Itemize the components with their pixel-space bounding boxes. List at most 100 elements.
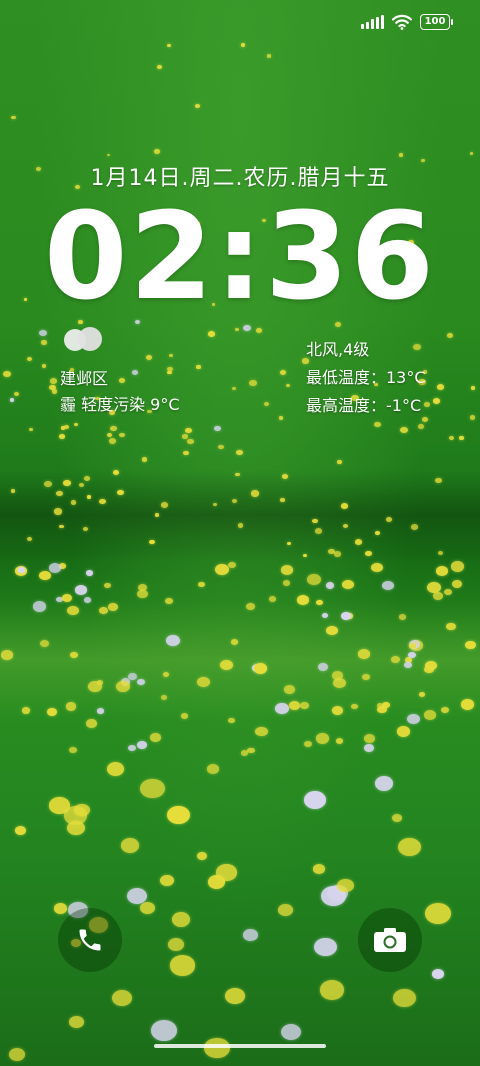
dandelion xyxy=(228,718,235,724)
dandelion xyxy=(396,725,411,737)
dandelion xyxy=(279,369,286,375)
white-flower xyxy=(304,790,327,809)
dandelion xyxy=(39,639,49,648)
dandelion xyxy=(450,561,464,573)
dandelion xyxy=(28,428,33,432)
dandelion xyxy=(171,912,191,927)
white-flower xyxy=(407,713,421,725)
dandelion xyxy=(448,435,455,441)
dandelion xyxy=(70,500,77,505)
dandelion xyxy=(280,498,285,502)
dandelion xyxy=(446,332,454,338)
white-flower xyxy=(243,929,258,941)
dandelion xyxy=(231,386,236,391)
dandelion xyxy=(38,571,51,581)
white-flower xyxy=(86,570,94,576)
dandelion xyxy=(187,439,194,445)
white-flower xyxy=(275,702,289,714)
dandelion xyxy=(1,650,13,660)
dandelion xyxy=(255,726,268,737)
dandelion xyxy=(3,371,12,378)
dandelion xyxy=(471,386,476,390)
cloudy-icon xyxy=(64,327,104,351)
dandelion xyxy=(245,602,255,610)
dandelion xyxy=(59,434,66,439)
dandelion xyxy=(312,864,326,875)
dandelion xyxy=(231,498,238,503)
dandelion xyxy=(216,864,237,881)
weather-right-panel: 北风,4级 最低温度：13°C 最高温度：-1°C xyxy=(306,336,426,420)
dandelion xyxy=(197,852,208,861)
white-flower xyxy=(213,425,221,432)
dandelion xyxy=(21,707,31,714)
dandelion xyxy=(98,498,106,505)
white-flower xyxy=(97,708,105,714)
dandelion xyxy=(137,589,148,598)
white-flower xyxy=(325,582,334,589)
dandelion xyxy=(400,426,409,434)
phone-shortcut-button[interactable] xyxy=(58,908,122,972)
dandelion xyxy=(8,1048,26,1062)
dandelion xyxy=(49,377,58,384)
wallpaper-shadow-band xyxy=(0,470,480,560)
dandelion xyxy=(391,655,400,663)
dandelion xyxy=(342,580,354,590)
dandelion xyxy=(11,489,16,493)
weather-max-temp: 最高温度：-1°C xyxy=(306,396,422,415)
dandelion xyxy=(374,530,380,535)
dandelion xyxy=(106,153,111,157)
white-flower xyxy=(280,1023,302,1040)
dandelion xyxy=(398,613,407,620)
dandelion xyxy=(280,565,294,576)
dandelion xyxy=(437,384,445,390)
dandelion xyxy=(424,903,451,925)
dandelion xyxy=(371,562,384,573)
dandelion xyxy=(307,573,321,585)
weather-condition: 霾 轻度污染 9°C xyxy=(60,395,180,414)
dandelion xyxy=(11,115,17,120)
dandelion xyxy=(26,357,33,362)
home-indicator[interactable] xyxy=(154,1044,326,1048)
phone-icon xyxy=(79,929,101,951)
dandelion xyxy=(98,607,108,615)
signal-icon xyxy=(361,15,384,29)
dandelion xyxy=(236,449,243,456)
dandelion xyxy=(364,733,376,743)
dandelion xyxy=(247,747,255,754)
dandelion xyxy=(49,797,70,814)
dandelion xyxy=(264,402,270,407)
dandelion xyxy=(432,397,440,404)
dandelion xyxy=(253,663,268,674)
dandelion xyxy=(278,415,284,420)
dandelion xyxy=(86,495,91,499)
dandelion xyxy=(195,103,200,108)
white-flower xyxy=(48,562,61,573)
weather-location: 建邺区 xyxy=(60,369,109,388)
dandelion xyxy=(469,414,476,420)
white-flower xyxy=(128,744,137,751)
dandelion xyxy=(79,482,84,487)
dandelion xyxy=(154,513,160,517)
white-flower xyxy=(151,1020,177,1042)
dandelion xyxy=(116,681,130,693)
dandelion xyxy=(444,588,453,596)
white-flower xyxy=(382,580,395,591)
dandelion xyxy=(374,421,381,427)
dandelion xyxy=(315,733,330,745)
white-flower xyxy=(84,596,92,603)
dandelion xyxy=(354,539,362,545)
dandelion xyxy=(398,837,421,856)
dandelion xyxy=(351,703,359,709)
dandelion xyxy=(451,579,463,589)
dandelion xyxy=(197,676,210,687)
dandelion xyxy=(325,625,338,636)
dandelion xyxy=(469,152,474,155)
dandelion xyxy=(410,524,418,530)
camera-shortcut-button[interactable] xyxy=(358,908,422,972)
dandelion xyxy=(139,901,156,915)
dandelion xyxy=(437,550,444,555)
dandelion xyxy=(336,879,354,893)
dandelion xyxy=(445,622,456,631)
dandelion xyxy=(150,733,161,742)
dandelion xyxy=(169,955,196,976)
